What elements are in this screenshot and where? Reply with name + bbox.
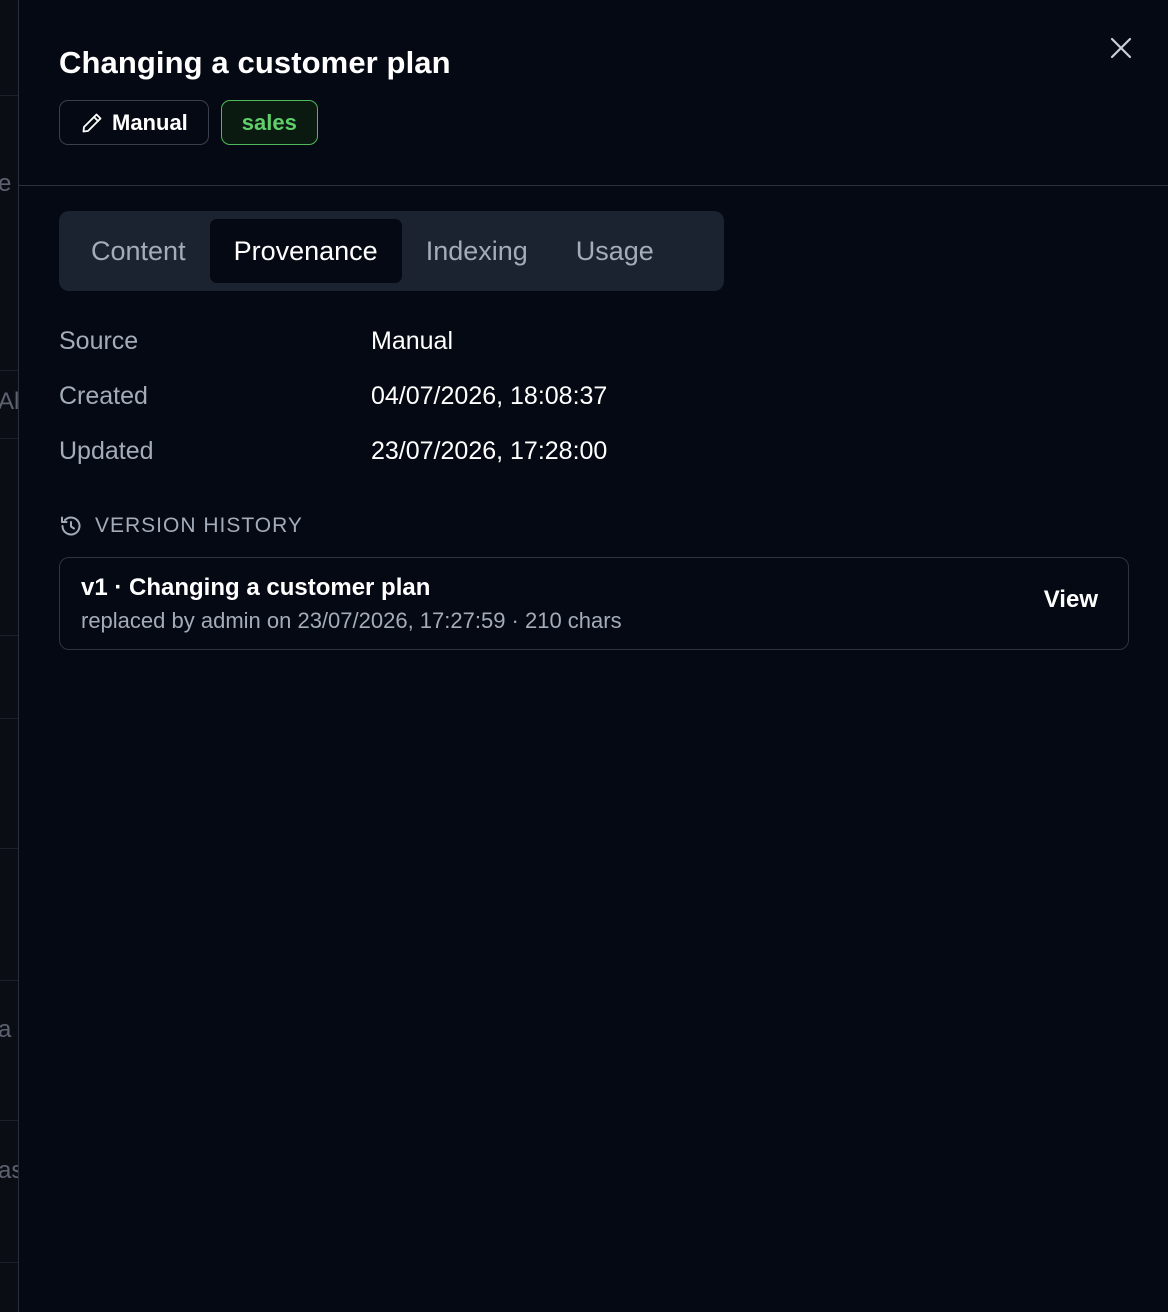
detail-drawer: Changing a customer plan Manual sales Co…: [18, 0, 1168, 1312]
updated-row: Updated 23/07/2026, 17:28:00: [59, 424, 1119, 479]
background-table-edge: e Al a as: [0, 0, 18, 1312]
close-icon: [1110, 37, 1132, 59]
row-divider: [0, 1262, 18, 1263]
provenance-details: Source Manual Created 04/07/2026, 18:08:…: [59, 314, 1119, 479]
version-item: v1 · Changing a customer plan replaced b…: [59, 557, 1129, 650]
version-history-heading: VERSION HISTORY: [59, 514, 303, 538]
source-row: Source Manual: [59, 314, 1119, 369]
updated-label: Updated: [59, 437, 154, 465]
view-version-button[interactable]: View: [1044, 586, 1098, 614]
version-subtitle: replaced by admin on 23/07/2026, 17:27:5…: [81, 608, 622, 633]
tab-usage[interactable]: Usage: [552, 219, 678, 283]
row-divider: [0, 95, 18, 96]
created-row: Created 04/07/2026, 18:08:37: [59, 369, 1119, 424]
tab-indexing[interactable]: Indexing: [402, 219, 552, 283]
row-divider: [0, 848, 18, 849]
pencil-icon: [82, 113, 102, 132]
row-divider: [0, 980, 18, 981]
badge-row: Manual sales: [59, 100, 318, 145]
tab-bar: Content Provenance Indexing Usage: [59, 211, 724, 291]
source-badge-label: Manual: [112, 109, 188, 135]
background-text-fragment: Al: [0, 388, 18, 415]
background-text-fragment: a: [0, 1016, 12, 1043]
source-label: Source: [59, 327, 139, 355]
row-divider: [0, 1120, 18, 1121]
page-title: Changing a customer plan: [59, 45, 451, 80]
created-value: 04/07/2026, 18:08:37: [371, 382, 608, 410]
created-label: Created: [59, 382, 148, 410]
tab-content[interactable]: Content: [67, 219, 210, 283]
close-button[interactable]: [1101, 28, 1141, 68]
row-divider: [0, 370, 18, 371]
tag-badge: sales: [220, 100, 318, 145]
updated-value: 23/07/2026, 17:28:00: [371, 437, 608, 465]
row-divider: [0, 438, 18, 439]
source-value: Manual: [371, 327, 453, 355]
history-icon: [61, 516, 81, 536]
source-badge: Manual: [59, 100, 209, 145]
tab-provenance[interactable]: Provenance: [209, 219, 402, 283]
row-divider: [0, 635, 18, 636]
tag-badge-label: sales: [241, 109, 297, 135]
version-history-label: VERSION HISTORY: [95, 514, 303, 537]
header-divider: [19, 185, 1168, 186]
drawer-header: Changing a customer plan: [59, 40, 1119, 86]
background-text-fragment: e: [0, 170, 12, 197]
version-title: v1 · Changing a customer plan: [81, 574, 431, 601]
background-text-fragment: as: [0, 1157, 18, 1184]
row-divider: [0, 718, 18, 719]
